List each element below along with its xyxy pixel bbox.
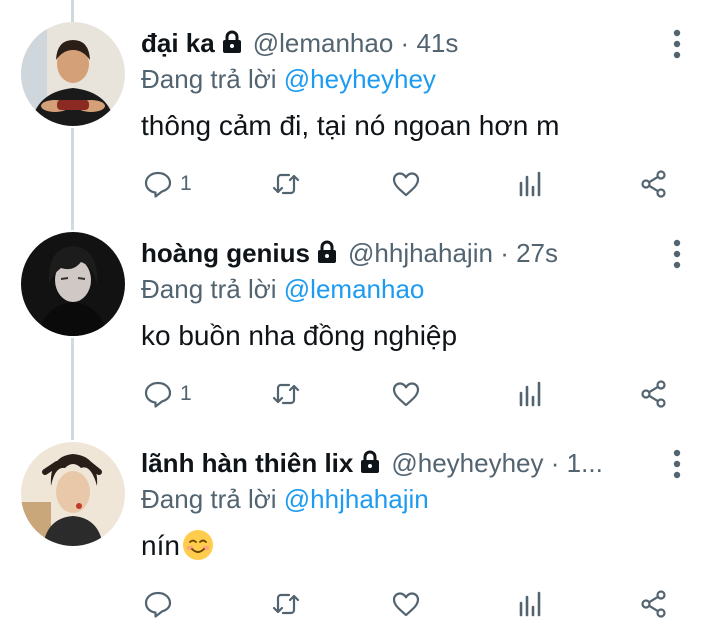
reply-icon (144, 591, 172, 618)
retweet-icon (272, 173, 300, 195)
reply-button[interactable]: 1 (143, 166, 192, 202)
reply-mention[interactable]: @lemanhao (284, 274, 425, 304)
analytics-icon (519, 591, 541, 617)
replying-to: Đang trả lời @heyheyhey (141, 62, 436, 96)
avatar-image (21, 232, 125, 336)
replying-to: Đang trả lời @hhjhahajin (141, 482, 429, 516)
reply-button[interactable]: 1 (143, 376, 192, 412)
reply-button[interactable] (143, 586, 180, 622)
more-vertical-icon[interactable] (667, 448, 687, 480)
avatar[interactable] (21, 22, 125, 126)
retweet-button[interactable] (271, 376, 301, 412)
separator: · (550, 448, 560, 478)
reply-count: 1 (180, 382, 192, 405)
avatar-image (21, 442, 125, 546)
reply-count: 1 (180, 172, 192, 195)
reply-prefix: Đang trả lời (141, 274, 284, 304)
timestamp[interactable]: 41s (416, 28, 458, 58)
tweet-text-container: nín (141, 528, 214, 564)
reply-icon (144, 381, 172, 408)
reply-prefix: Đang trả lời (141, 484, 284, 514)
analytics-button[interactable] (516, 586, 546, 622)
share-button[interactable] (639, 166, 669, 202)
like-button[interactable] (391, 376, 421, 412)
more-vertical-icon[interactable] (667, 238, 687, 270)
display-name[interactable]: hoàng genius (141, 238, 310, 268)
share-button[interactable] (639, 586, 669, 622)
tweet-text: thông cảm đi, tại nó ngoan hơn m (141, 110, 560, 141)
like-button[interactable] (391, 586, 421, 622)
lock-icon (361, 450, 380, 473)
analytics-button[interactable] (516, 166, 546, 202)
share-icon (641, 590, 666, 618)
retweet-icon (272, 383, 300, 405)
tweet[interactable]: đại ka @lemanhao · 41s Đang trả lời @heyh… (0, 0, 719, 210)
tweet-text: nín (141, 530, 180, 561)
tweet-header: lãnh hàn thiên lix @heyheyhey · 1... (141, 446, 661, 480)
separator: · (400, 28, 410, 58)
lock-icon (318, 240, 336, 263)
replying-to: Đang trả lời @lemanhao (141, 272, 424, 306)
reply-icon (144, 171, 172, 198)
tweet[interactable]: hoàng genius @hhjhahajin · 27s Đang trả l… (0, 210, 719, 420)
heart-icon (392, 382, 420, 407)
display-name[interactable]: lãnh hàn thiên lix (141, 448, 353, 478)
timestamp[interactable]: 27s (516, 238, 558, 268)
user-handle[interactable]: @heyheyhey (391, 448, 543, 478)
display-name[interactable]: đại ka (141, 28, 215, 58)
timestamp[interactable]: 1... (567, 448, 603, 478)
analytics-button[interactable] (516, 376, 546, 412)
tweet-actions (141, 586, 681, 622)
user-handle[interactable]: @lemanhao (253, 28, 394, 58)
smiling-face-emoji (182, 530, 213, 560)
share-icon (641, 380, 666, 408)
retweet-button[interactable] (271, 586, 301, 622)
reply-prefix: Đang trả lời (141, 64, 284, 94)
share-button[interactable] (639, 376, 669, 412)
share-icon (641, 170, 666, 198)
separator: · (500, 238, 509, 268)
analytics-icon (519, 381, 541, 407)
heart-icon (392, 592, 420, 617)
tweet-header: đại ka @lemanhao · 41s (141, 26, 661, 60)
tweet-header: hoàng genius @hhjhahajin · 27s (141, 236, 661, 270)
retweet-button[interactable] (271, 166, 301, 202)
tweet-actions: 1 (141, 376, 681, 412)
analytics-icon (519, 171, 541, 197)
avatar[interactable] (21, 232, 125, 336)
lock-icon (222, 30, 241, 53)
retweet-icon (272, 593, 300, 615)
tweet-actions: 1 (141, 166, 681, 202)
avatar[interactable] (21, 442, 125, 546)
avatar-image (21, 22, 125, 126)
user-handle[interactable]: @hhjhahajin (348, 238, 493, 268)
reply-mention[interactable]: @hhjhahajin (284, 484, 429, 514)
tweet[interactable]: lãnh hàn thiên lix @heyheyhey · 1... Đang… (0, 420, 719, 630)
more-vertical-icon[interactable] (667, 28, 687, 60)
heart-icon (392, 172, 420, 197)
like-button[interactable] (391, 166, 421, 202)
tweet-text: ko buồn nha đồng nghiệp (141, 320, 458, 351)
reply-mention[interactable]: @heyheyhey (284, 64, 436, 94)
